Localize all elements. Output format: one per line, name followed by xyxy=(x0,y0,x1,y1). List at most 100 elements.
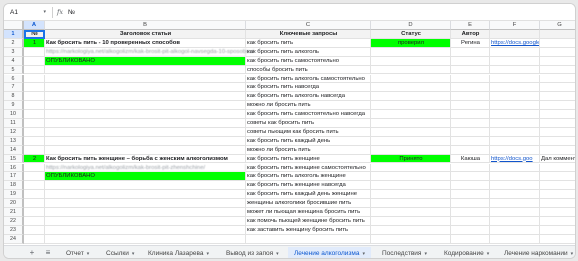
cell-link[interactable]: https://docs.google.com/documen xyxy=(490,38,540,48)
cell-num[interactable] xyxy=(24,110,45,119)
column-header-a[interactable]: A xyxy=(24,21,45,30)
cell-author[interactable] xyxy=(451,145,490,155)
cell-author[interactable] xyxy=(451,190,490,200)
cell-status[interactable]: проверил xyxy=(371,38,451,48)
cell-status[interactable] xyxy=(371,145,451,155)
cell-link[interactable] xyxy=(490,83,540,93)
cell-author[interactable] xyxy=(451,92,490,102)
cell-title[interactable] xyxy=(45,74,246,84)
formula-input[interactable]: № xyxy=(68,7,75,18)
row-number[interactable]: 13 xyxy=(4,136,24,146)
cell-status[interactable] xyxy=(371,163,451,173)
cell-link[interactable] xyxy=(490,190,540,200)
row-number[interactable]: 5 xyxy=(4,65,24,75)
cell-link[interactable] xyxy=(490,216,540,226)
cell-extra[interactable] xyxy=(540,101,575,111)
cell-link[interactable] xyxy=(490,56,540,66)
row-number[interactable]: 8 xyxy=(4,92,24,102)
cell-keyword[interactable]: можно ли бросить пить xyxy=(246,145,371,155)
cell-extra[interactable] xyxy=(540,217,575,226)
cell-link[interactable] xyxy=(490,172,540,182)
cell-num[interactable] xyxy=(24,216,45,226)
cell-extra[interactable] xyxy=(540,181,575,191)
row-number[interactable]: 12 xyxy=(4,127,24,137)
cell-status[interactable] xyxy=(371,190,451,200)
cell-status[interactable] xyxy=(371,172,451,182)
cell-keyword[interactable]: как бросить пить алкоголь самостоятельно xyxy=(246,74,371,84)
cell-author[interactable]: Каюша xyxy=(451,154,490,164)
cell-author[interactable] xyxy=(451,101,490,111)
cell-keyword[interactable]: как бросить пить каждый день женщине xyxy=(246,190,371,200)
cell-extra[interactable] xyxy=(540,235,575,244)
cell-keyword[interactable]: как бросить пить самостоятельно xyxy=(246,56,371,66)
cell-author[interactable] xyxy=(451,110,490,119)
cell-keyword[interactable]: советы как бросить пить xyxy=(246,119,371,128)
cell-num[interactable] xyxy=(24,47,45,57)
cell-title[interactable]: ОПУБЛИКОВАНО xyxy=(45,56,246,66)
cell-link[interactable] xyxy=(490,136,540,146)
cell-keyword[interactable]: как бросить пить xyxy=(246,38,371,48)
cell-link[interactable] xyxy=(490,92,540,102)
row-number[interactable]: 7 xyxy=(4,83,24,93)
cell-title[interactable] xyxy=(45,101,246,111)
cell-title[interactable] xyxy=(45,208,246,217)
header-cell-status[interactable]: Статус xyxy=(371,30,451,39)
row-number[interactable]: 14 xyxy=(4,145,24,155)
row-number[interactable]: 3 xyxy=(4,47,24,57)
add-sheet-icon[interactable]: + xyxy=(26,247,38,258)
cell-author[interactable] xyxy=(451,234,490,244)
sheet-tab[interactable]: Клиника Лазарева ▾ xyxy=(142,247,215,258)
cell-link[interactable] xyxy=(490,225,540,235)
chevron-down-icon[interactable]: ▾ xyxy=(206,251,209,257)
cell-num[interactable] xyxy=(24,163,45,173)
cell-extra[interactable] xyxy=(540,119,575,128)
cell-title[interactable] xyxy=(45,127,246,137)
cell-num[interactable] xyxy=(24,208,45,217)
cell-extra[interactable] xyxy=(540,48,575,57)
cell-extra[interactable] xyxy=(540,66,575,75)
cell-keyword[interactable]: как бросить пить женщине самостоятельно xyxy=(246,163,371,173)
cell-num[interactable] xyxy=(24,145,45,155)
sheet-tab[interactable]: Лечение алкоголизма ▾ xyxy=(288,247,371,258)
cell-num[interactable] xyxy=(24,199,45,208)
cell-num[interactable] xyxy=(24,92,45,102)
cell-extra[interactable] xyxy=(540,57,575,66)
cell-g[interactable] xyxy=(540,30,575,39)
cell-keyword[interactable]: как бросить пить алкоголь женщине xyxy=(246,172,371,182)
cell-title[interactable] xyxy=(45,136,246,146)
row-number[interactable]: 11 xyxy=(4,119,24,128)
cell-extra[interactable] xyxy=(540,39,575,48)
chevron-down-icon[interactable]: ▾ xyxy=(571,251,574,257)
cell-link[interactable]: https://docs.goo xyxy=(490,154,540,164)
row-number[interactable]: 15 xyxy=(4,154,24,164)
header-cell-title[interactable]: Заголовок статьи xyxy=(45,30,246,39)
cell-extra[interactable] xyxy=(540,83,575,93)
cell-title[interactable] xyxy=(45,216,246,226)
row-number[interactable]: 4 xyxy=(4,56,24,66)
cell-num[interactable]: 1 xyxy=(24,38,45,48)
cell-author[interactable] xyxy=(451,74,490,84)
column-header-f[interactable]: F xyxy=(490,21,540,30)
cell-status[interactable] xyxy=(371,136,451,146)
cell-status[interactable] xyxy=(371,216,451,226)
cell-status[interactable] xyxy=(371,92,451,102)
cell-f[interactable] xyxy=(490,30,540,39)
sheet-tab[interactable]: Последствия ▾ xyxy=(376,247,433,258)
cell-status[interactable] xyxy=(371,74,451,84)
header-cell-author[interactable]: Автор xyxy=(451,30,490,39)
cell-keyword[interactable]: как бросить пить алкоголь xyxy=(246,47,371,57)
cell-title[interactable]: Как бросить пить женщине – борьба с женс… xyxy=(45,154,246,164)
cell-title[interactable] xyxy=(45,181,246,191)
row-number[interactable]: 2 xyxy=(4,38,24,48)
cell-keyword[interactable]: как бросить пить алкоголь навсегда xyxy=(246,92,371,102)
cell-status[interactable]: Принято xyxy=(371,154,451,164)
sheet-tab[interactable]: Отчет ▾ xyxy=(60,247,95,258)
cell-keyword[interactable]: советы пьющим как бросить пить xyxy=(246,127,371,137)
cell-extra[interactable] xyxy=(540,190,575,200)
cell-num[interactable] xyxy=(24,172,45,182)
row-number[interactable]: 1 xyxy=(4,30,24,39)
cell-status[interactable] xyxy=(371,83,451,93)
cell-status[interactable] xyxy=(371,65,451,75)
cell-title[interactable] xyxy=(45,65,246,75)
row-number[interactable]: 23 xyxy=(4,225,24,235)
